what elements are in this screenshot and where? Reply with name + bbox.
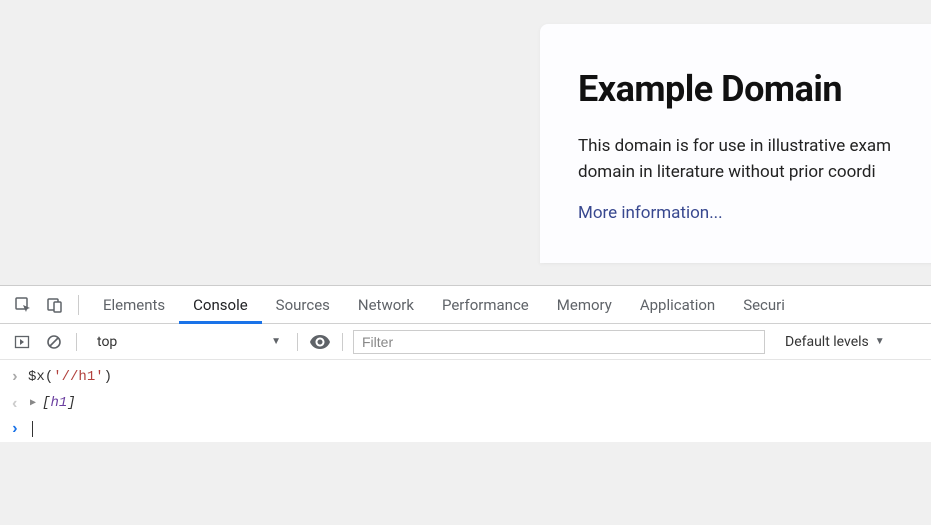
chevron-down-icon: ▼	[271, 336, 281, 347]
page-viewport: Example Domain This domain is for use in…	[0, 0, 931, 285]
device-toolbar-icon[interactable]	[42, 292, 68, 318]
tab-application[interactable]: Application	[626, 286, 729, 324]
text-cursor	[32, 421, 33, 437]
console-output-line[interactable]: ▶ [h1]	[0, 390, 931, 416]
console-toolbar: top ▼ Default levels ▼	[0, 324, 931, 360]
log-levels-select[interactable]: Default levels ▼	[773, 334, 891, 350]
devtools-panel: Elements Console Sources Network Perform…	[0, 285, 931, 442]
filter-input[interactable]	[353, 330, 765, 354]
console-prompt-line[interactable]	[0, 416, 931, 442]
execution-context-select[interactable]: top ▼	[87, 330, 287, 354]
page-paragraph: This domain is for use in illustrative e…	[578, 134, 931, 185]
console-input-code: $x('//h1')	[28, 369, 112, 385]
clear-console-icon[interactable]	[42, 330, 66, 354]
tab-performance[interactable]: Performance	[428, 286, 543, 324]
more-info-link[interactable]: More information...	[578, 203, 723, 223]
output-marker-icon	[10, 394, 28, 412]
tab-elements[interactable]: Elements	[89, 286, 179, 324]
console-output: $x('//h1') ▶ [h1]	[0, 360, 931, 442]
divider	[78, 295, 79, 315]
tab-memory[interactable]: Memory	[543, 286, 626, 324]
console-output-value: [h1]	[42, 395, 76, 411]
divider	[342, 333, 343, 351]
tab-sources[interactable]: Sources	[262, 286, 344, 324]
page-heading: Example Domain	[578, 68, 931, 110]
tab-console[interactable]: Console	[179, 286, 262, 324]
toggle-sidebar-icon[interactable]	[10, 330, 34, 354]
levels-label: Default levels	[785, 334, 869, 350]
page-content-card: Example Domain This domain is for use in…	[540, 24, 931, 263]
prompt-marker-icon	[10, 420, 28, 438]
live-expression-icon[interactable]	[308, 330, 332, 354]
tab-network[interactable]: Network	[344, 286, 428, 324]
expand-triangle-icon[interactable]: ▶	[30, 397, 36, 409]
divider	[297, 333, 298, 351]
console-input-line: $x('//h1')	[0, 364, 931, 390]
divider	[76, 333, 77, 351]
chevron-down-icon: ▼	[875, 336, 885, 347]
input-marker-icon	[10, 368, 28, 386]
inspect-element-icon[interactable]	[10, 292, 36, 318]
devtools-tab-bar: Elements Console Sources Network Perform…	[0, 286, 931, 324]
tab-security[interactable]: Securi	[729, 286, 799, 324]
context-label: top	[97, 334, 117, 350]
